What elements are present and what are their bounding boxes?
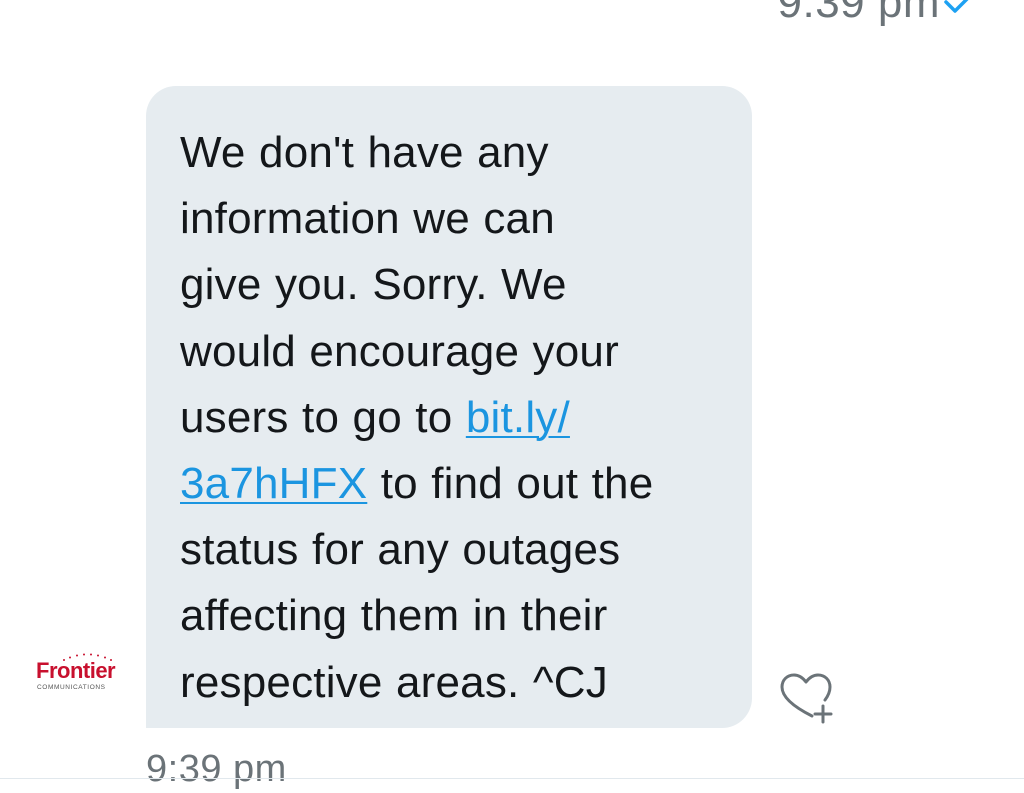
outage-link-part-1[interactable]: bit.ly/ [466, 393, 570, 442]
sent-message-timestamp: 9:39 pm [777, 0, 940, 27]
divider [0, 778, 1024, 779]
received-message-timestamp: 9:39 pm [146, 748, 287, 790]
message-line: would encourage your [180, 326, 619, 376]
message-line-text: to find out the [367, 459, 654, 509]
message-line-text: users to go to [180, 392, 466, 442]
message-line: give you. Sorry. We [180, 260, 567, 310]
received-message-bubble: We don't have any information we can giv… [146, 86, 752, 728]
message-line: status for any outages [180, 525, 621, 575]
message-text: We don't have any information we can giv… [180, 120, 732, 716]
sender-avatar[interactable]: Frontier COMMUNICATIONS [30, 652, 130, 698]
heart-plus-icon[interactable] [776, 670, 838, 726]
dm-conversation: 9:39 pm We don't have any information we… [0, 0, 1024, 793]
message-line: respective areas. ^CJ [180, 657, 608, 707]
message-line: affecting them in their [180, 591, 608, 641]
check-icon [944, 0, 969, 13]
logo-text: Frontier [36, 658, 116, 683]
logo-subtext: COMMUNICATIONS [37, 684, 106, 691]
message-line: information we can [180, 194, 555, 244]
message-line: We don't have any [180, 128, 549, 177]
outage-link-part-2[interactable]: 3a7hHFX [180, 459, 367, 508]
message-line: 3a7hHFX to find out the [180, 451, 732, 517]
message-line: users to go to bit.ly/ [180, 385, 732, 451]
